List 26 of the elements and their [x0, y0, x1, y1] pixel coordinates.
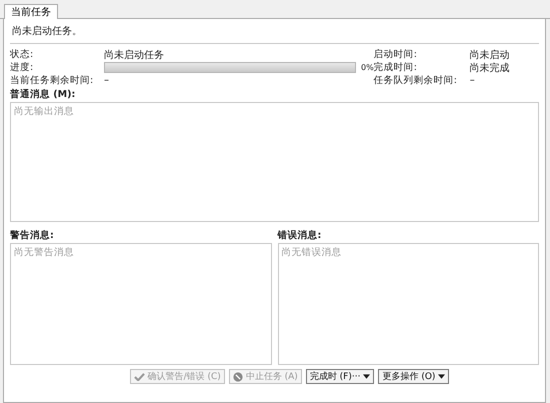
info-value: –: [470, 75, 475, 86]
checkmark-icon: [134, 372, 145, 380]
progress-percent: 0%: [361, 63, 374, 72]
info-label: 状态:: [10, 48, 34, 61]
caret-icon: [438, 374, 446, 379]
info-value: 尚未完成: [470, 62, 510, 74]
dropdown-button[interactable]: 完成时 (F)···: [306, 369, 374, 384]
error-messages-field[interactable]: 尚无错误消息: [278, 243, 539, 365]
info-label: 完成时间:: [374, 61, 418, 74]
info-label: 任务队列剩余时间:: [374, 74, 458, 87]
normal-messages-field[interactable]: 尚无输出消息: [10, 102, 539, 222]
stop-icon: [232, 372, 243, 382]
task-heading: 尚未启动任务。: [10, 21, 539, 44]
info-label: 进度:: [10, 61, 34, 74]
caret-icon: [363, 374, 370, 379]
error-messages-label: 错误消息:: [278, 229, 322, 243]
info-value: –: [104, 75, 109, 86]
warning-messages-field[interactable]: 尚无警告消息: [10, 243, 272, 365]
info-label: 当前任务剩余时间:: [10, 74, 94, 87]
warning-messages-label: 警告消息:: [10, 228, 55, 243]
normal-messages-label: 普通消息 (M):: [10, 88, 76, 102]
dropdown-button[interactable]: 更多操作 (O): [378, 369, 450, 384]
info-value: 尚未启动: [470, 48, 510, 62]
info-label: 启动时间:: [374, 48, 418, 61]
tab[interactable]: 当前任务: [4, 4, 58, 20]
info-value: 尚未启动任务: [104, 48, 164, 62]
